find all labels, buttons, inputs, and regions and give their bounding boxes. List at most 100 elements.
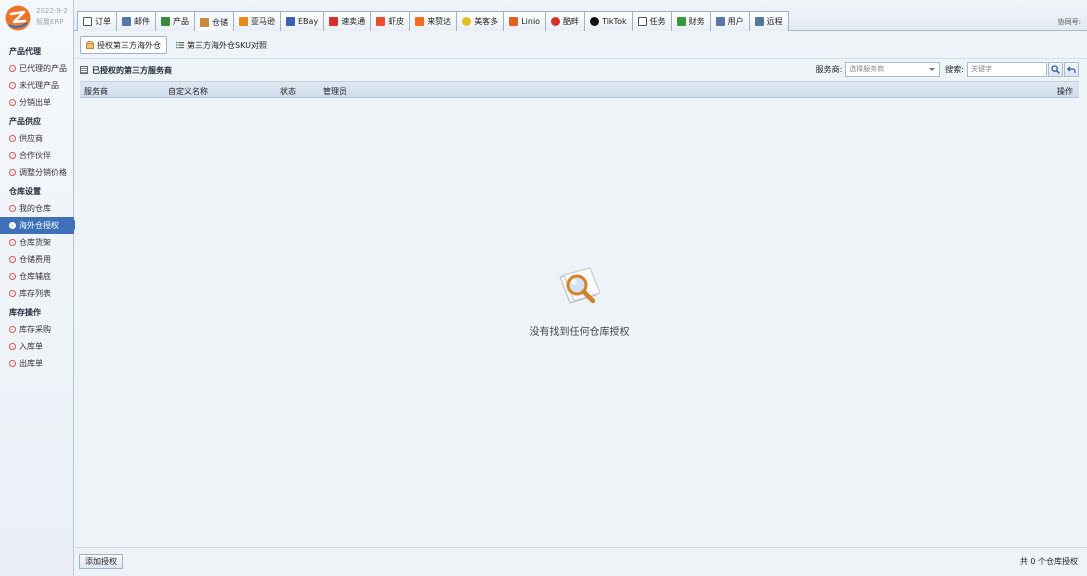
shopee-icon <box>376 17 386 26</box>
nav-section-title: 库存操作 <box>9 308 41 317</box>
tab-module[interactable]: 酷畔 <box>545 11 586 31</box>
tab-label: 邮件 <box>134 17 150 26</box>
tab-module[interactable]: 邮件 <box>116 11 156 31</box>
tab-label: 授权第三方海外仓 <box>97 40 161 50</box>
tab-module[interactable]: 速卖通 <box>323 11 372 31</box>
tab-label: 亚马逊 <box>251 17 275 26</box>
sidebar-item-label: 库存采购 <box>19 325 51 334</box>
sidebar-item-adjust-prices[interactable]: 调整分销价格 <box>0 164 74 181</box>
tab-module[interactable]: 虾皮 <box>370 11 411 31</box>
tab-label: 来赞达 <box>427 17 452 26</box>
sidebar-item-label: 已代理的产品 <box>19 64 67 73</box>
tab-module[interactable]: 亚马逊 <box>233 11 281 31</box>
linio-icon <box>509 17 519 26</box>
tab-label: 仓储 <box>212 17 228 27</box>
tab-label: 财务 <box>688 17 705 26</box>
sidebar-item-label: 海外仓授权 <box>19 221 59 230</box>
provider-select[interactable]: 选择服务商 <box>845 62 941 77</box>
tab-module[interactable]: 用户 <box>709 11 750 31</box>
tab-module[interactable]: 任务 <box>631 11 672 31</box>
sidebar-item-label: 供应商 <box>19 134 43 143</box>
bullet-icon <box>9 152 16 159</box>
list-icon <box>176 42 184 49</box>
sidebar: 2022-9-2 智赢ERP 产品代理 已代理的产品 未代理产品 分销出单 产品… <box>0 0 80 576</box>
tab-authorize-third-party[interactable]: 授权第三方海外仓 <box>80 36 167 54</box>
sidebar-item-outbound-orders[interactable]: 出库单 <box>0 355 74 372</box>
provider-select-placeholder: 选择服务商 <box>849 65 885 73</box>
sidebar-item-label: 出库单 <box>19 359 43 368</box>
top-tab-bar: 订单 邮件 产品 仓储 亚马逊 EBay 速卖通 虾皮 来赞达 美客多 Linio 酷畔 TikTok 任… <box>74 0 1087 32</box>
column-header-status[interactable]: 状态 <box>280 86 296 97</box>
sidebar-item-overseas-authorization[interactable]: 海外仓授权 <box>0 217 80 234</box>
sidebar-item-label: 分销出单 <box>19 98 51 107</box>
app-name: 智赢ERP <box>36 18 64 26</box>
empty-state: 没有找到任何仓库授权 <box>80 265 1079 338</box>
remote-icon <box>754 17 764 26</box>
add-authorization-button[interactable]: 添加授权 <box>79 554 123 569</box>
module-tabs: 订单 邮件 产品 仓储 亚马逊 EBay 速卖通 虾皮 来赞达 美客多 Linio 酷畔 TikTok 任… <box>77 11 789 32</box>
mercadolibre-icon <box>462 17 472 26</box>
search-input[interactable]: 关键字 <box>967 62 1047 77</box>
sidebar-item-label: 仓库辅底 <box>19 272 51 281</box>
warehouse-icon <box>200 17 209 27</box>
tab-module[interactable]: 仓储 <box>194 11 234 32</box>
search-label: 搜索: <box>945 65 964 74</box>
filter-bar: 服务商: 选择服务商 搜索: 关键字 <box>816 62 1079 77</box>
sidebar-item-purchasing[interactable]: 库存采购 <box>0 321 74 338</box>
bullet-icon <box>9 256 16 263</box>
finance-icon <box>676 17 686 26</box>
sidebar-item-agented-products[interactable]: 已代理的产品 <box>0 60 74 77</box>
sidebar-item-inventory-list[interactable]: 库存列表 <box>0 285 74 302</box>
tab-label: 任务 <box>649 17 666 26</box>
bullet-icon <box>9 82 16 89</box>
sidebar-item-storage-fees[interactable]: 仓储费用 <box>0 251 74 268</box>
column-header-custom-name[interactable]: 自定义名称 <box>168 86 208 97</box>
provider-label: 服务商: <box>815 65 843 74</box>
sidebar-item-unagented-products[interactable]: 未代理产品 <box>0 77 74 94</box>
tab-module[interactable]: 财务 <box>670 11 711 31</box>
table-body: 没有找到任何仓库授权 <box>80 98 1079 545</box>
bottom-bar: 添加授权 共 0 个仓库授权 <box>75 547 1087 576</box>
tab-module[interactable]: 订单 <box>77 11 117 31</box>
column-header-provider[interactable]: 服务商 <box>84 86 108 97</box>
tab-module[interactable]: 远程 <box>748 11 789 31</box>
sidebar-item-warehouse-base[interactable]: 仓库辅底 <box>0 268 74 285</box>
tab-module[interactable]: 来赞达 <box>409 11 458 31</box>
tab-module[interactable]: 美客多 <box>456 11 505 31</box>
coupang-icon <box>551 17 561 26</box>
reset-button[interactable] <box>1064 62 1079 77</box>
sidebar-item-inbound-orders[interactable]: 入库单 <box>0 338 74 355</box>
sidebar-item-label: 调整分销价格 <box>19 168 67 177</box>
nav-section-title: 仓库设置 <box>9 187 41 196</box>
bullet-icon <box>9 360 16 367</box>
search-button[interactable] <box>1048 62 1063 77</box>
undo-icon <box>1067 66 1076 73</box>
sidebar-item-my-warehouse[interactable]: 我的仓库 <box>0 200 74 217</box>
sidebar-item-shelves[interactable]: 仓库货架 <box>0 234 74 251</box>
ebay-icon <box>286 17 295 26</box>
tab-label: 订单 <box>95 17 111 26</box>
tab-module[interactable]: 产品 <box>155 11 195 31</box>
total-count: 共 0 个仓库授权 <box>1019 557 1078 566</box>
main-content: 授权第三方海外仓 第三方海外仓SKU对照 已授权的第三方服务商 服务商: 选择服… <box>75 31 1087 576</box>
sidebar-item-label: 库存列表 <box>19 289 51 298</box>
panel-icon <box>80 66 88 74</box>
column-header-admin[interactable]: 管理员 <box>323 86 347 97</box>
tab-label: 用户 <box>727 17 744 26</box>
bullet-icon <box>9 290 16 297</box>
bullet-icon <box>9 65 16 72</box>
tiktok-icon <box>590 17 600 26</box>
sidebar-item-partners[interactable]: 合作伙伴 <box>0 147 74 164</box>
sidebar-item-distribution-orders[interactable]: 分销出单 <box>0 94 74 111</box>
column-header-actions: 操作 <box>1057 87 1073 96</box>
empty-message: 没有找到任何仓库授权 <box>529 327 630 338</box>
user-icon <box>715 17 725 26</box>
tab-module[interactable]: Linio <box>503 11 547 31</box>
tab-label: 虾皮 <box>388 17 405 26</box>
tab-module[interactable]: EBay <box>280 11 325 31</box>
sidebar-item-suppliers[interactable]: 供应商 <box>0 130 74 147</box>
tab-module[interactable]: TikTok <box>584 11 633 31</box>
tab-sku-mapping[interactable]: 第三方海外仓SKU对照 <box>171 36 272 54</box>
lazada-icon <box>415 17 425 26</box>
sidebar-item-label: 我的仓库 <box>19 204 51 213</box>
